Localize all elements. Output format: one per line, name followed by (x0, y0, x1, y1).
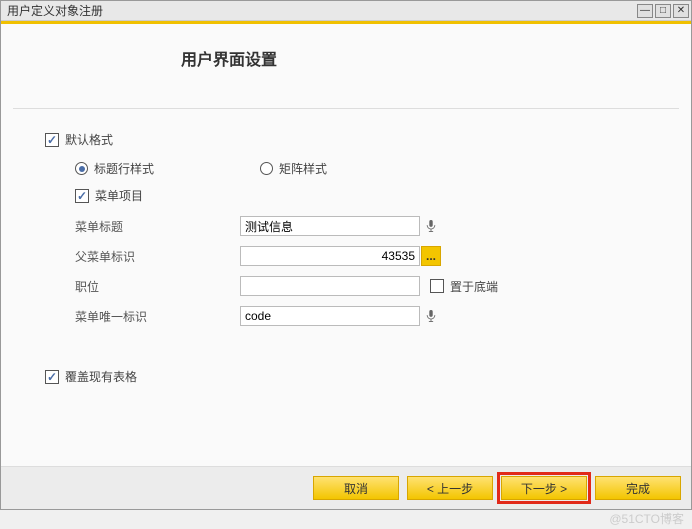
dialog-window: 用户定义对象注册 — □ ✕ 用户界面设置 默认格式 标题行样式 矩阵样式 (0, 0, 692, 510)
browse-button[interactable]: ... (421, 246, 441, 266)
place-bottom-group: 置于底端 (430, 278, 498, 295)
menu-unique-id-input[interactable] (240, 306, 420, 326)
menu-title-input[interactable] (240, 216, 420, 236)
next-button[interactable]: 下一步 > (501, 476, 587, 500)
button-bar: 取消 < 上一步 下一步 > 完成 (1, 466, 691, 509)
menu-title-label: 菜单标题 (75, 218, 240, 235)
style-radio-row: 标题行样式 矩阵样式 (45, 160, 647, 177)
menu-title-row: 菜单标题 (45, 216, 647, 236)
row-style-option: 标题行样式 (75, 160, 260, 177)
window-title: 用户定义对象注册 (7, 2, 637, 19)
voice-icon[interactable] (424, 309, 438, 323)
overwrite-row: 覆盖现有表格 (1, 336, 691, 385)
overwrite-label: 覆盖现有表格 (65, 368, 137, 385)
voice-icon[interactable] (424, 219, 438, 233)
parent-menu-id-input[interactable] (240, 246, 420, 266)
place-bottom-label: 置于底端 (450, 278, 498, 295)
form-area: 默认格式 标题行样式 矩阵样式 菜单项目 菜单标题 (1, 109, 691, 326)
prev-button[interactable]: < 上一步 (407, 476, 493, 500)
overwrite-checkbox[interactable] (45, 370, 59, 384)
menu-unique-id-row: 菜单唯一标识 (45, 306, 647, 326)
row-style-radio[interactable] (75, 162, 88, 175)
place-bottom-checkbox[interactable] (430, 279, 444, 293)
position-label: 职位 (75, 278, 240, 295)
position-row: 职位 置于底端 (45, 276, 647, 296)
content-area: 用户界面设置 默认格式 标题行样式 矩阵样式 菜单项目 (1, 24, 691, 466)
cancel-button[interactable]: 取消 (313, 476, 399, 500)
menu-item-label: 菜单项目 (95, 187, 143, 204)
close-button[interactable]: ✕ (673, 4, 689, 18)
default-format-row: 默认格式 (45, 131, 647, 148)
position-input[interactable] (240, 276, 420, 296)
matrix-style-option: 矩阵样式 (260, 160, 445, 177)
default-format-label: 默认格式 (65, 131, 113, 148)
titlebar-controls: — □ ✕ (637, 4, 691, 18)
minimize-button[interactable]: — (637, 4, 653, 18)
menu-unique-id-label: 菜单唯一标识 (75, 308, 240, 325)
parent-menu-id-label: 父菜单标识 (75, 248, 240, 265)
watermark: @51CTO博客 (609, 510, 684, 527)
default-format-checkbox[interactable] (45, 133, 59, 147)
matrix-style-radio[interactable] (260, 162, 273, 175)
section-title: 用户界面设置 (1, 24, 691, 70)
menu-item-row: 菜单项目 (45, 187, 647, 204)
parent-menu-id-row: 父菜单标识 ... (45, 246, 647, 266)
matrix-style-label: 矩阵样式 (279, 160, 327, 177)
row-style-label: 标题行样式 (94, 160, 154, 177)
menu-item-checkbox[interactable] (75, 189, 89, 203)
finish-button[interactable]: 完成 (595, 476, 681, 500)
titlebar: 用户定义对象注册 — □ ✕ (1, 1, 691, 21)
maximize-button[interactable]: □ (655, 4, 671, 18)
